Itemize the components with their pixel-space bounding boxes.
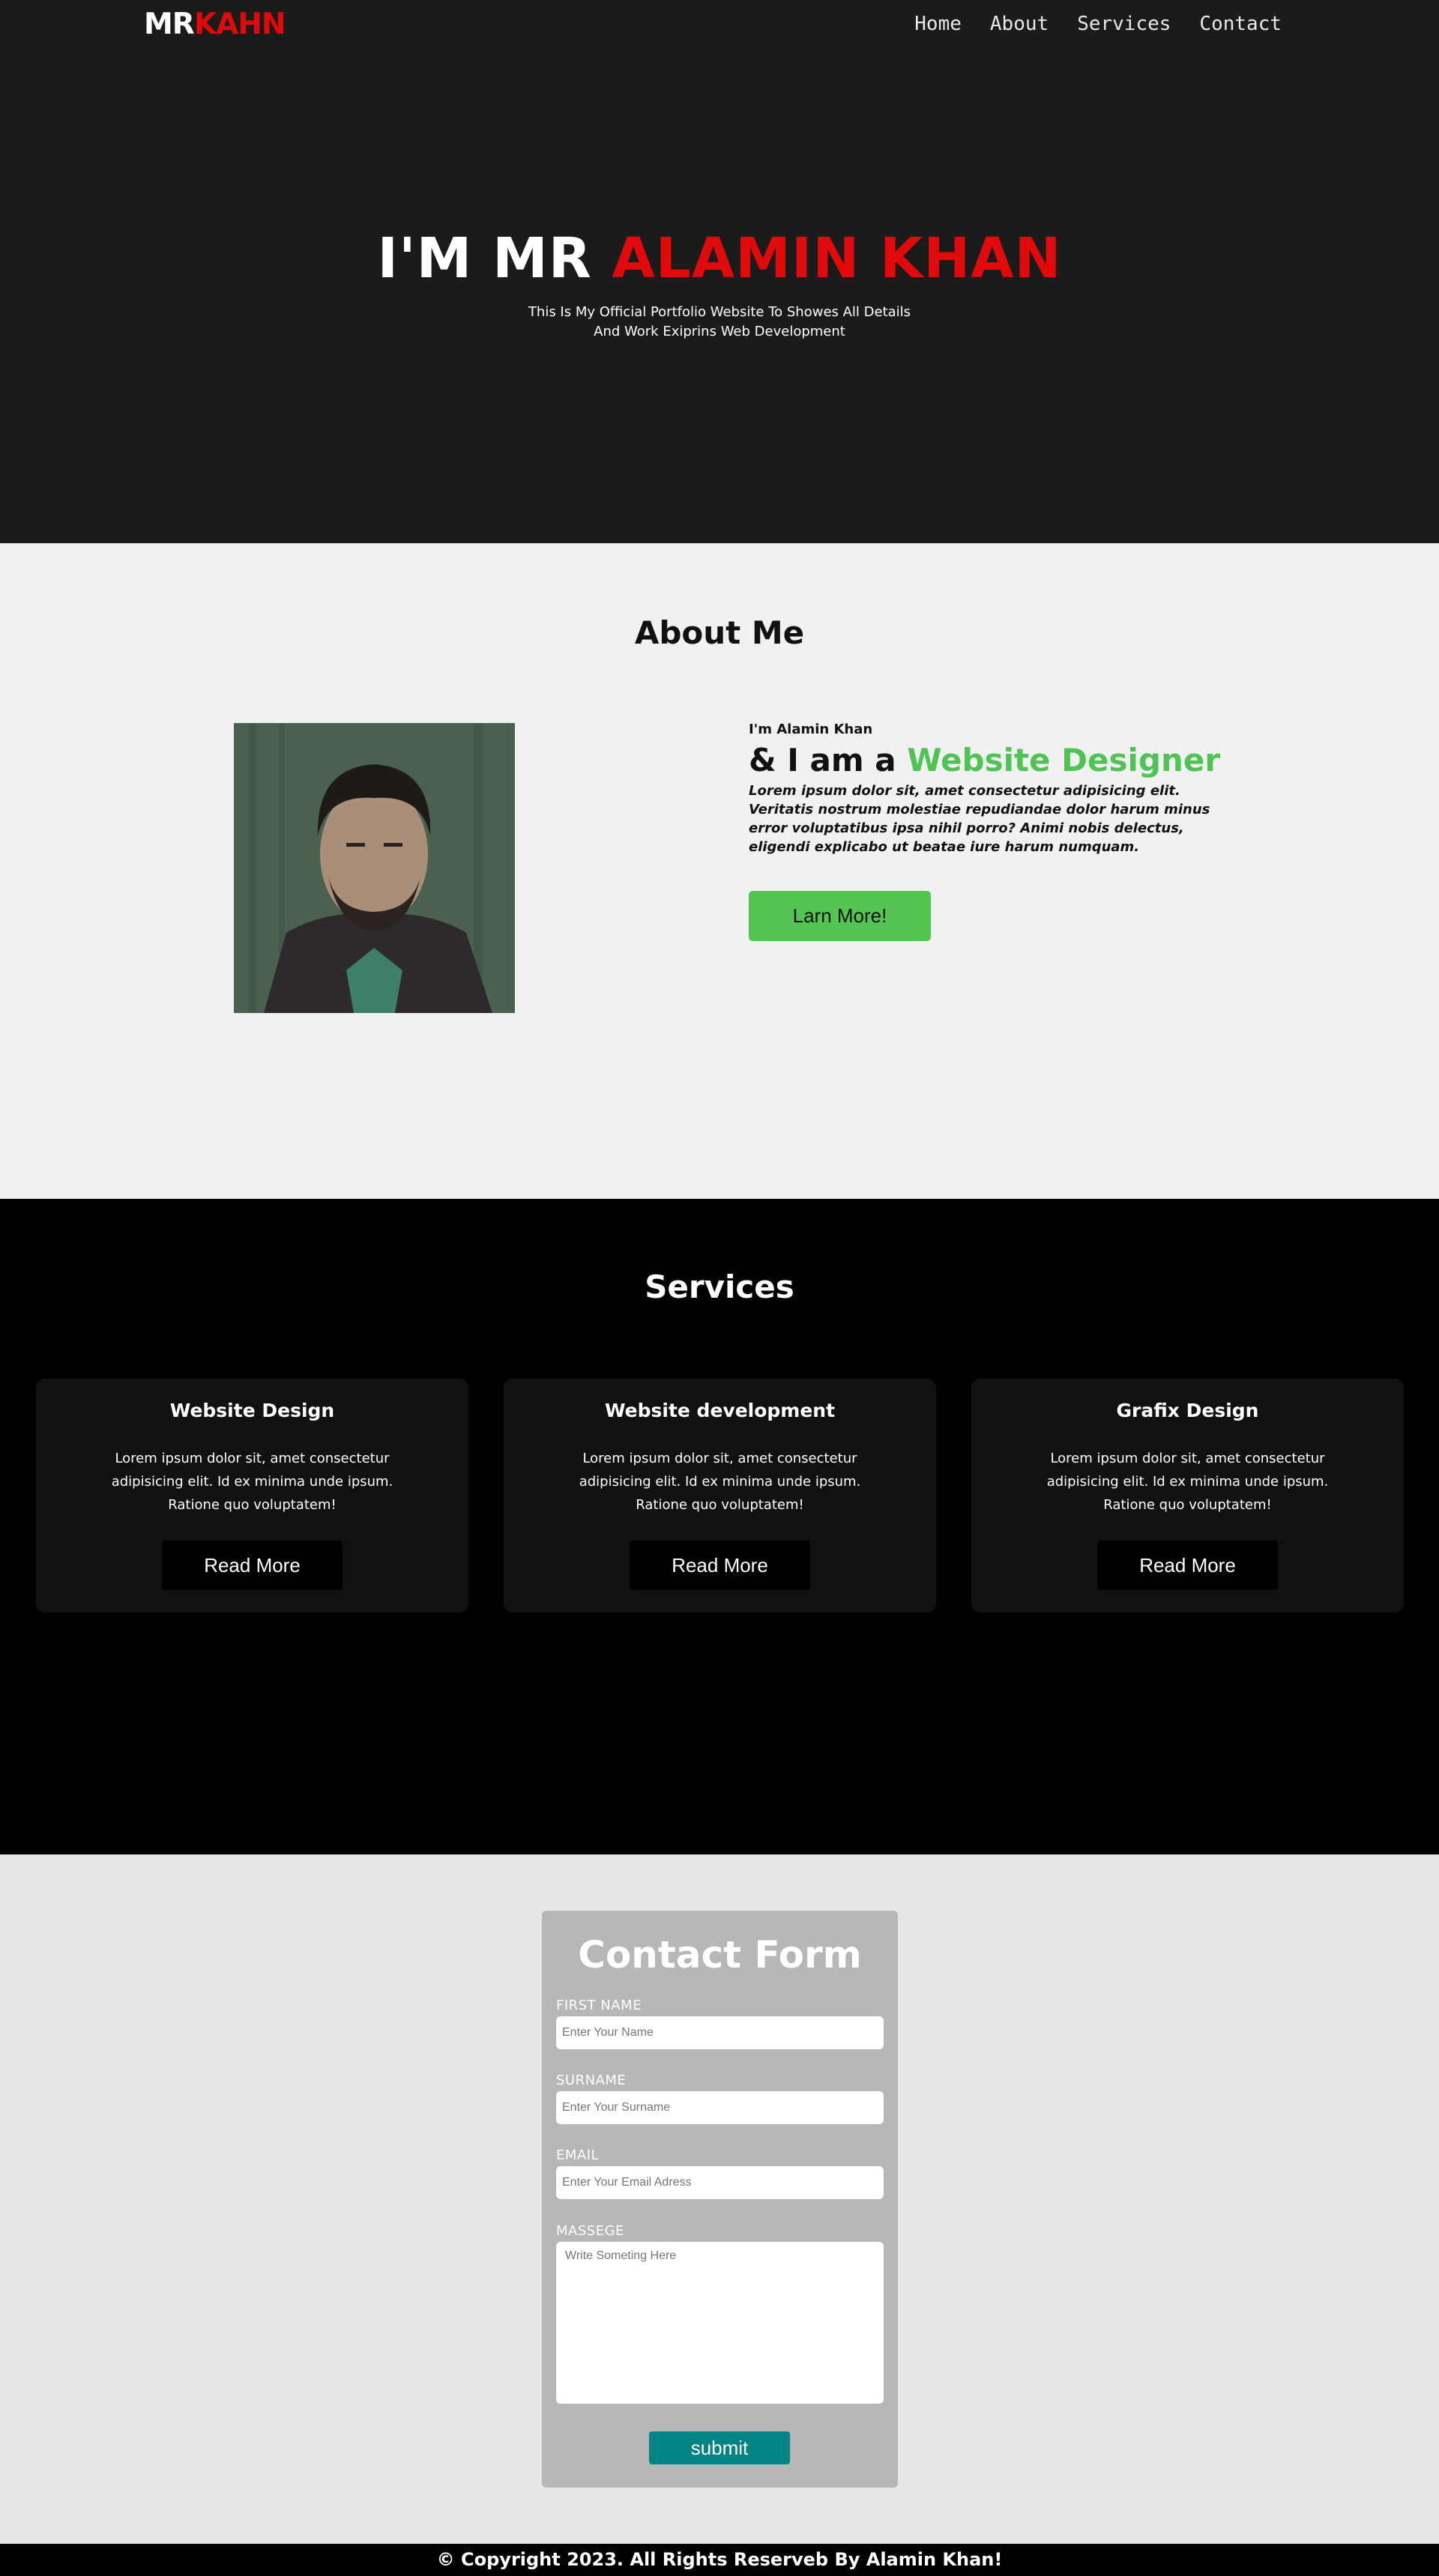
service-card-website-development: Website development Lorem ipsum dolor si… [504,1379,936,1612]
hero-title-red: ALAMIN KHAN [612,226,1062,291]
hero-section: MRKAHN Home About Services Contact I'M M… [0,0,1439,543]
service-card-title: Grafix Design [1116,1400,1259,1421]
about-heading: About Me [634,614,805,651]
nav-link-services[interactable]: Services [1077,10,1171,37]
main-nav: Home About Services Contact [886,10,1282,37]
service-card-website-design: Website Design Lorem ipsum dolor sit, am… [36,1379,468,1612]
email-input[interactable] [556,2166,884,2199]
message-label: MASSEGE [556,2223,624,2239]
footer: © Copyright 2023. All Rights Reserveb By… [0,2544,1439,2576]
read-more-button[interactable]: Read More [630,1541,810,1590]
hero-title: I'M MR ALAMIN KHAN [0,225,1439,292]
about-role-highlight: Website Designer [907,742,1221,778]
nav-link-contact[interactable]: Contact [1199,10,1282,37]
service-card-text: Lorem ipsum dolor sit, amet consectetur … [111,1451,393,1513]
about-text-block: I'm Alamin Khan & I am a Website Designe… [749,720,1228,941]
logo-suffix: KAHN [193,7,286,41]
site-logo[interactable]: MRKAHN [144,6,286,43]
learn-more-button[interactable]: Larn More! [749,891,931,941]
read-more-button[interactable]: Read More [1097,1541,1278,1590]
services-heading: Services [645,1269,794,1305]
hero-title-white: I'M MR [377,226,592,291]
nav-link-about[interactable]: About [990,10,1049,37]
first-name-label: FIRST NAME [556,1998,642,2013]
about-paragraph: Lorem ipsum dolor sit, amet consectetur … [749,783,1210,855]
service-card-text: Lorem ipsum dolor sit, amet consectetur … [579,1451,861,1513]
message-textarea[interactable] [556,2242,884,2404]
profile-photo [234,723,515,1013]
first-name-input[interactable] [556,2016,884,2049]
service-card-grafix-design: Grafix Design Lorem ipsum dolor sit, ame… [971,1379,1404,1612]
contact-form-heading: Contact Form [578,1933,862,1977]
contact-section: Contact Form FIRST NAME SURNAME EMAIL MA… [0,1854,1439,2544]
logo-prefix: MR [144,7,195,41]
about-role-heading: & I am a Website Designer [749,741,1228,780]
nav-link-home[interactable]: Home [914,10,962,37]
hero-subtitle: This Is My Official Portfolio Website To… [528,304,911,339]
contact-form: Contact Form FIRST NAME SURNAME EMAIL MA… [542,1911,898,2488]
surname-label: SURNAME [556,2072,627,2088]
about-role-prefix: & I am a [749,742,896,778]
submit-button[interactable]: submit [649,2431,790,2464]
email-label: EMAIL [556,2147,600,2163]
read-more-button[interactable]: Read More [162,1541,343,1590]
about-section: About Me I'm Alamin Khan & I am a Websit… [0,543,1439,1199]
service-card-title: Website Design [169,1400,335,1421]
surname-input[interactable] [556,2091,884,2124]
service-card-text: Lorem ipsum dolor sit, amet consectetur … [1046,1451,1329,1513]
footer-copyright: © Copyright 2023. All Rights Reserveb By… [436,2549,1003,2570]
about-intro: I'm Alamin Khan [749,722,873,737]
services-section: Services Website Design Lorem ipsum dolo… [0,1199,1439,1854]
service-card-title: Website development [604,1400,836,1421]
